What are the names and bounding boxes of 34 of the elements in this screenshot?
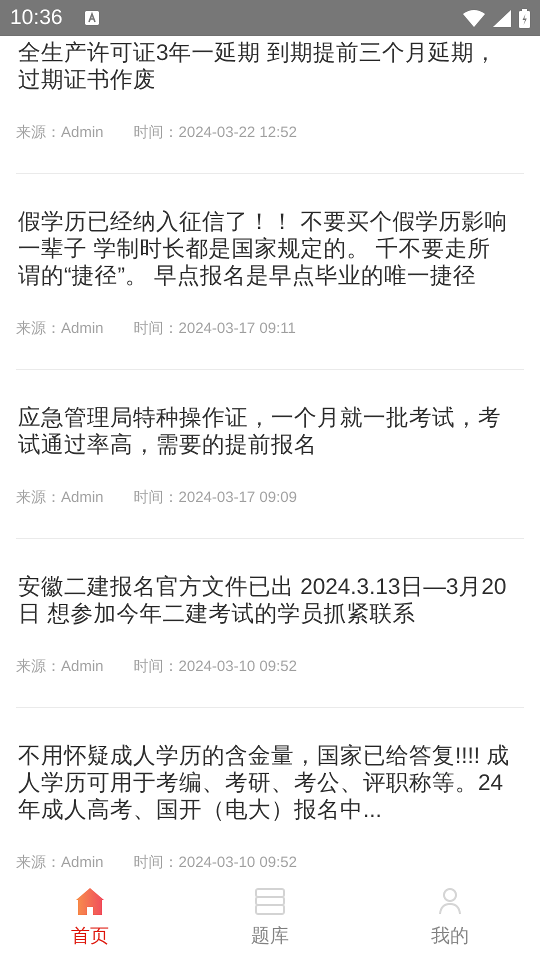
article-title[interactable]: 不用怀疑成人学历的含金量，国家已给答复!!!! 成人学历可用于考编、考研、考公、评职称等。24年成人高考、国开（电大）报名中... bbox=[16, 742, 510, 823]
source-value: Admin bbox=[61, 320, 104, 336]
source-value: Admin bbox=[61, 854, 104, 870]
source-label: 来源： bbox=[16, 318, 61, 338]
time-value: 2024-03-22 12:52 bbox=[178, 124, 297, 140]
time-label: 时间： bbox=[134, 318, 179, 338]
source-value: Admin bbox=[61, 488, 104, 506]
time-label: 时间： bbox=[134, 656, 179, 676]
stacked-books-icon bbox=[255, 888, 285, 915]
article-title[interactable]: 应急管理局特种操作证，一个月就一批考试，考试通过率高，需要的提前报名 bbox=[16, 404, 510, 458]
time-value: 2024-03-10 09:52 bbox=[178, 658, 297, 674]
signal-icon bbox=[493, 10, 511, 26]
time-value: 2024-03-10 09:52 bbox=[178, 854, 297, 870]
tab-item[interactable]: 首页 bbox=[0, 876, 180, 960]
wifi-icon bbox=[463, 10, 485, 26]
house-icon bbox=[76, 888, 104, 915]
article-title[interactable]: 假学历已经纳入征信了！！ 不要买个假学历影响一辈子 学制时长都是国家规定的。 千不要走所谓的“捷径”。 早点报名是早点毕业的唯一捷径 bbox=[16, 208, 510, 289]
person-icon bbox=[439, 888, 461, 915]
time-label: 时间： bbox=[134, 852, 179, 872]
source-value: Admin bbox=[61, 124, 104, 140]
battery-icon bbox=[519, 8, 530, 28]
status-time: 10:36 bbox=[10, 6, 63, 30]
source-label: 来源： bbox=[16, 656, 61, 676]
source-label: 来源： bbox=[16, 122, 61, 142]
time-label: 时间： bbox=[134, 122, 179, 142]
time-label: 时间： bbox=[134, 488, 179, 506]
time-value: 2024-03-17 09:11 bbox=[178, 320, 296, 336]
time-value: 2024-03-17 09:09 bbox=[178, 488, 297, 506]
source-value: Admin bbox=[61, 658, 104, 674]
source-label: 来源： bbox=[16, 488, 61, 506]
keyboard-notification-icon bbox=[84, 11, 99, 25]
article-title[interactable]: 安徽二建报名官方文件已出 2024.3.13日—3月20日 想参加今年二建考试的学员抓紧联系 bbox=[16, 573, 510, 627]
source-label: 来源： bbox=[16, 852, 61, 872]
article-title[interactable]: 全生产许可证3年一延期 到期提前三个月延期，过期证书作废 bbox=[16, 39, 510, 93]
